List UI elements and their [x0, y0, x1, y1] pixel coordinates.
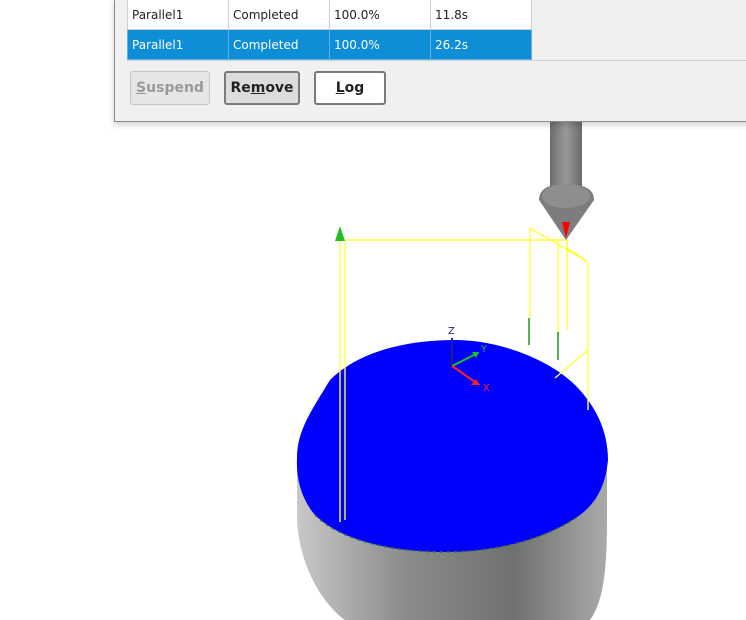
- job-status-cell: Completed: [228, 29, 330, 60]
- job-progress-cell: 100.0%: [329, 29, 431, 60]
- job-progress-cell: 100.0%: [329, 0, 431, 30]
- job-status-cell: Completed: [228, 0, 330, 30]
- remove-button[interactable]: Re m ove: [224, 71, 300, 105]
- remove-label-post: ove: [265, 80, 294, 96]
- table-divider: [127, 60, 746, 61]
- up-arrow-icon: [335, 226, 345, 241]
- suspend-label-post: uspend: [146, 80, 204, 96]
- log-label-post: og: [344, 80, 365, 96]
- log-button[interactable]: Log: [314, 71, 386, 105]
- log-accesskey: L: [335, 80, 345, 96]
- job-time-cell: 26.2s: [430, 29, 532, 60]
- table-row-selected[interactable]: Parallel1 Completed 100.0% 26.2s: [127, 29, 532, 60]
- remove-label-pre: Re: [230, 80, 251, 96]
- table-row[interactable]: Parallel1 Completed 100.0% 11.8s: [127, 0, 532, 30]
- job-name-cell: Parallel1: [127, 29, 229, 60]
- tool-holder-icon[interactable]: [539, 120, 594, 240]
- jobs-table: Parallel1 Completed 100.0% 11.8s Paralle…: [127, 0, 532, 60]
- job-name-cell: Parallel1: [127, 0, 229, 30]
- job-time-cell: 11.8s: [430, 0, 532, 30]
- toolpath-stubs: [528, 318, 559, 360]
- suspend-accesskey: S: [136, 80, 147, 96]
- suspend-button[interactable]: Suspend: [130, 71, 210, 105]
- axis-z-label: Z: [448, 326, 455, 337]
- axis-x-label: X: [483, 383, 490, 394]
- job-manager-dialog: Parallel1 Completed 100.0% 11.8s Paralle…: [114, 0, 746, 122]
- axis-y-label: Y: [480, 344, 488, 355]
- remove-accesskey: m: [250, 80, 266, 96]
